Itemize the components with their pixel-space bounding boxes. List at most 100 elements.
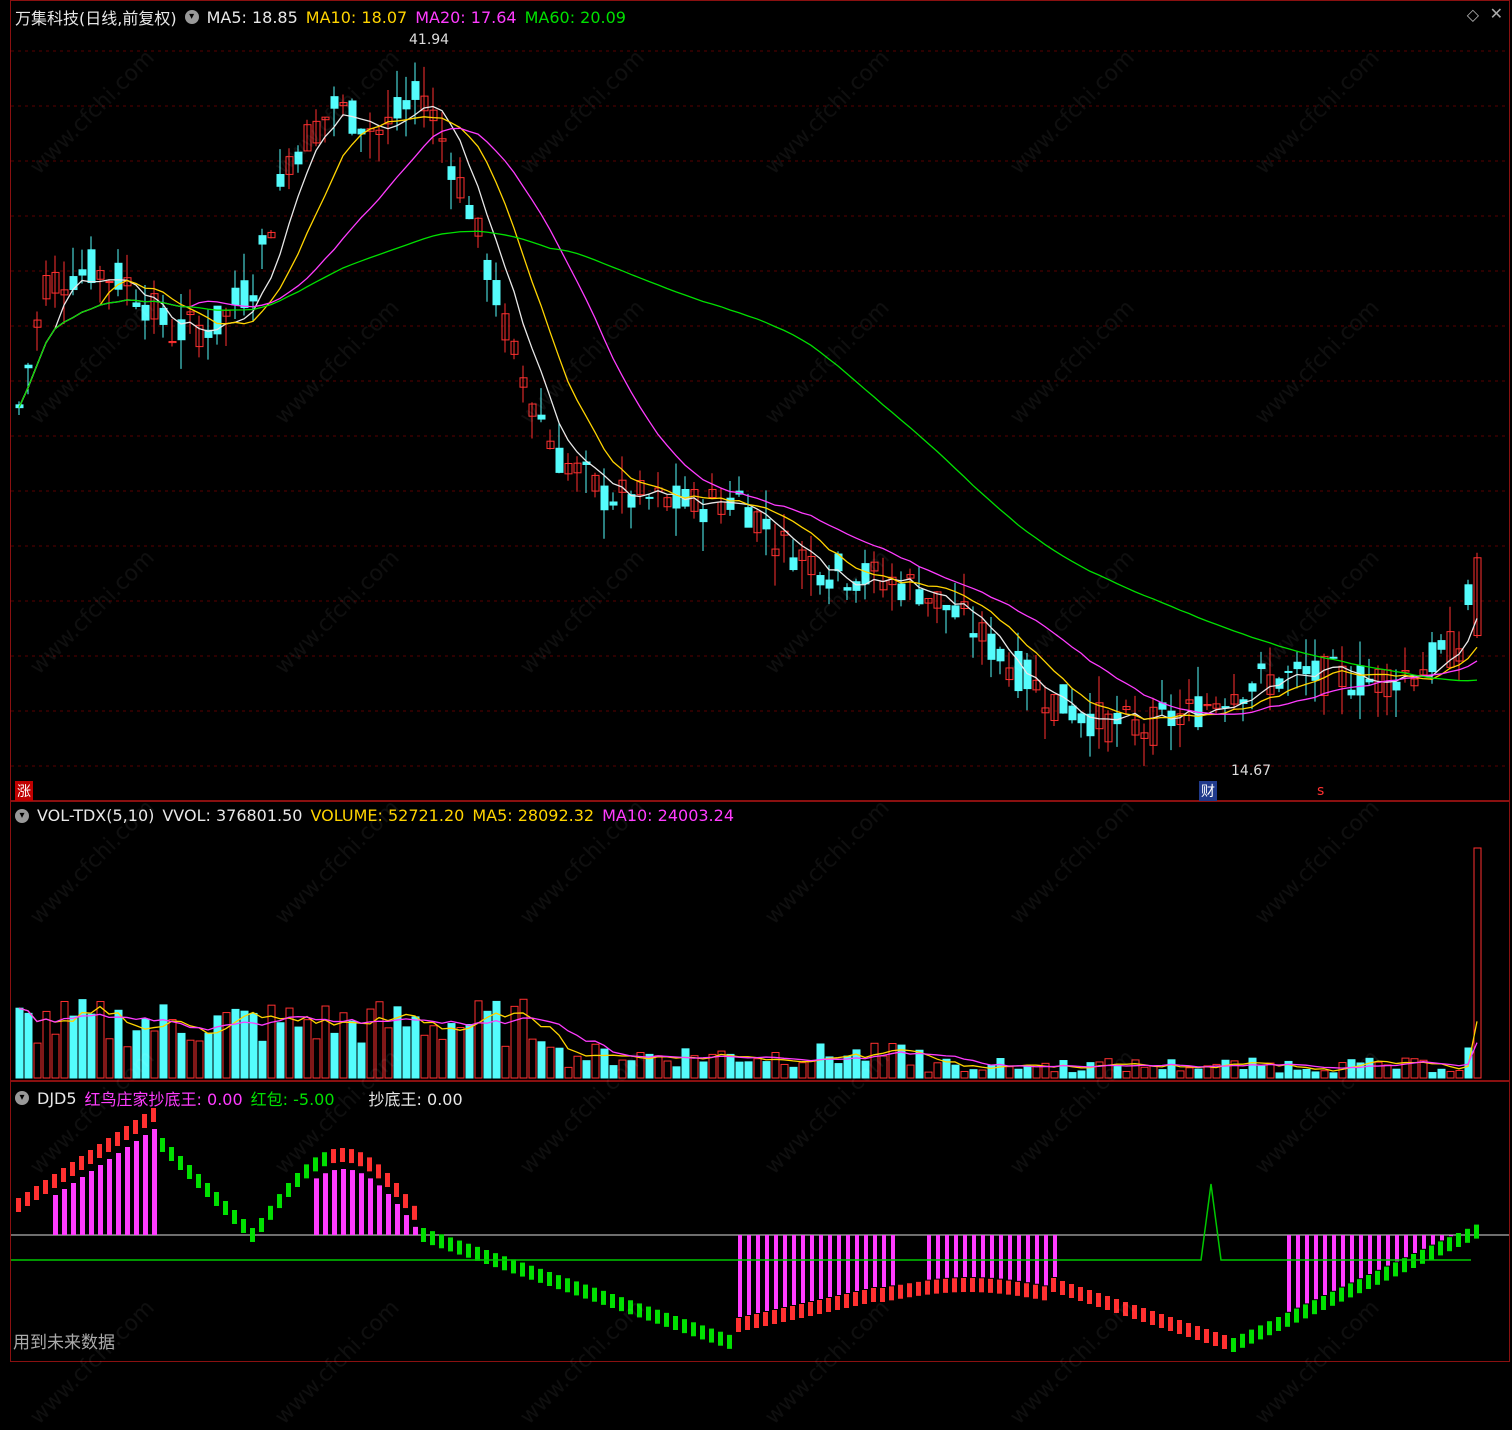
candlestick-chart[interactable]	[11, 1, 1509, 800]
indicator-mark	[871, 1288, 876, 1302]
indicator-mark	[727, 1334, 732, 1349]
candle-body	[114, 262, 123, 290]
magenta-bar	[1368, 1235, 1372, 1274]
magenta-bar	[116, 1153, 121, 1235]
volume-bar	[15, 1007, 24, 1079]
magenta-bar	[792, 1235, 796, 1305]
volume-bar	[1158, 1069, 1167, 1079]
volume-bar	[870, 1042, 879, 1079]
volume-bar	[465, 1024, 474, 1079]
indicator-mark	[295, 1173, 300, 1188]
volume-bar	[1185, 1067, 1194, 1079]
indicator-mark	[1141, 1308, 1146, 1322]
indicator-mark	[97, 1144, 102, 1158]
cai-tag[interactable]: 财	[1199, 781, 1217, 801]
candle-body	[231, 287, 240, 306]
indicator-mark	[1105, 1296, 1110, 1310]
s-tag[interactable]: s	[1317, 783, 1324, 799]
volume-bar	[735, 1061, 744, 1079]
magenta-bar	[53, 1195, 58, 1235]
indicator-mark	[691, 1322, 696, 1337]
indicator-mark	[1060, 1281, 1065, 1295]
volume-bar	[573, 1055, 582, 1079]
magenta-bar	[873, 1235, 877, 1287]
indicator-mark	[565, 1278, 570, 1293]
candle-body	[996, 648, 1005, 662]
magenta-bar	[1377, 1235, 1381, 1270]
volume-bar	[591, 1043, 600, 1079]
candle-body	[600, 485, 609, 511]
indicator-mark	[1249, 1329, 1254, 1344]
price-panel[interactable]: 万集科技(日线,前复权) ▾ MA5: 18.85 MA10: 18.07 MA…	[10, 0, 1510, 801]
volume-bar	[753, 1058, 762, 1079]
volume-bar	[1446, 1070, 1455, 1079]
volume-bar	[1392, 1068, 1401, 1079]
indicator-mark	[853, 1292, 858, 1306]
indicator-mark	[268, 1205, 273, 1220]
volume-bar	[213, 1015, 222, 1079]
magenta-bar	[1287, 1235, 1291, 1312]
candle-body	[132, 302, 141, 307]
indicator-mark	[187, 1165, 192, 1179]
volume-bar	[501, 1045, 510, 1079]
magenta-bar	[936, 1235, 940, 1279]
magenta-bar	[972, 1235, 976, 1278]
volume-bar	[1095, 1061, 1104, 1079]
indicator-mark	[106, 1138, 111, 1152]
magenta-bar	[71, 1183, 76, 1235]
indicator-mark	[1447, 1237, 1452, 1252]
candle-body	[249, 295, 258, 302]
magenta-bar	[368, 1178, 373, 1235]
indicator-mark	[250, 1228, 255, 1242]
volume-bar	[825, 1056, 834, 1079]
indicator-mark	[889, 1286, 894, 1301]
volume-bar	[312, 1038, 321, 1079]
indicator-mark	[835, 1296, 840, 1310]
indicator-mark	[286, 1183, 291, 1197]
volume-bar	[537, 1041, 546, 1079]
volume-bar	[222, 1012, 231, 1079]
candle-body	[1293, 661, 1302, 670]
volume-panel[interactable]: ▾ VOL-TDX(5,10) VVOL: 376801.50 VOLUME: …	[10, 801, 1510, 1081]
indicator-mark	[1195, 1326, 1200, 1340]
candle-body	[1221, 706, 1230, 709]
magenta-bar	[341, 1169, 346, 1235]
candle-body	[1284, 670, 1293, 673]
volume-bar	[357, 1042, 366, 1079]
indicator-mark	[1222, 1335, 1227, 1349]
volume-bar	[150, 1030, 159, 1079]
magenta-bar	[945, 1235, 949, 1278]
indicator-mark	[790, 1306, 795, 1320]
indicator-mark	[115, 1132, 120, 1146]
indicator-mark	[1096, 1293, 1101, 1307]
magenta-bar	[864, 1235, 868, 1289]
candle-body	[672, 485, 681, 509]
indicator-mark	[754, 1314, 759, 1328]
indicator-mark	[1375, 1270, 1380, 1285]
indicator-mark	[1069, 1284, 1074, 1298]
indicator-mark	[745, 1316, 750, 1330]
indicator-mark	[124, 1126, 129, 1140]
volume-bar	[240, 1010, 249, 1079]
indicator-mark	[826, 1298, 831, 1312]
magenta-bar	[143, 1135, 148, 1235]
magenta-bar	[774, 1235, 778, 1309]
indicator-mark	[772, 1310, 777, 1324]
magenta-bar	[1449, 1235, 1453, 1237]
indicator-chart[interactable]	[11, 1082, 1509, 1361]
indicator-mark	[520, 1262, 525, 1277]
indicator-mark	[961, 1278, 966, 1293]
volume-bar	[879, 1055, 888, 1079]
volume-bar	[1131, 1059, 1140, 1079]
indicator-mark	[592, 1287, 597, 1302]
volume-bar	[960, 1070, 969, 1079]
candle-body	[1347, 689, 1356, 696]
volume-bar	[402, 1026, 411, 1079]
volume-bar	[1068, 1072, 1077, 1079]
volume-chart[interactable]	[11, 802, 1509, 1080]
indicator-mark	[1384, 1266, 1389, 1281]
volume-bar	[1014, 1068, 1023, 1079]
indicator-mark	[799, 1304, 804, 1318]
indicator-mark	[880, 1288, 885, 1302]
indicator-panel[interactable]: ▾ DJD5 红鸟庄家抄底王: 0.00 红包: -5.00 抄底王: 0.00…	[10, 1081, 1510, 1362]
